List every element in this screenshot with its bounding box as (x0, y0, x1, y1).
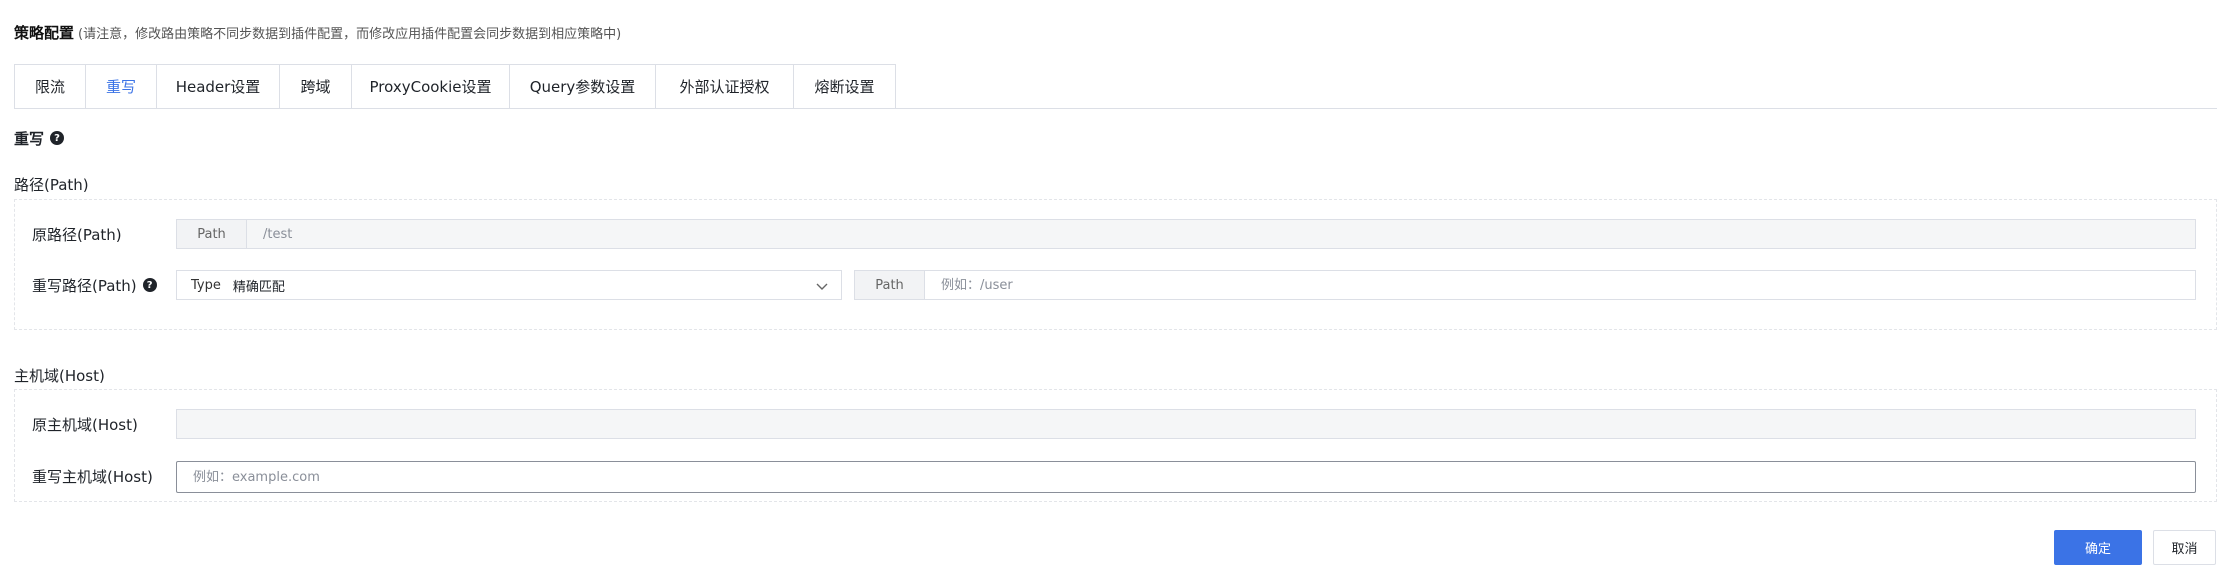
question-circle-icon[interactable]: ? (142, 278, 157, 292)
tab-rate-limit[interactable]: 限流 (14, 64, 86, 109)
path-section-title: 路径(Path) (14, 175, 89, 194)
tabs-divider (14, 108, 2217, 109)
tab-external-auth[interactable]: 外部认证授权 (656, 64, 794, 109)
rewrite-title: 重写 ? (14, 127, 65, 149)
tab-cors[interactable]: 跨域 (280, 64, 352, 109)
tab-rewrite[interactable]: 重写 (86, 64, 157, 109)
cancel-button[interactable]: 取消 (2153, 530, 2216, 565)
rewrite-path-label: 重写路径(Path) ? (32, 270, 157, 300)
rewrite-path-field[interactable] (924, 270, 2196, 300)
rewrite-host-label: 重写主机域(Host) (32, 467, 153, 486)
host-section-title: 主机域(Host) (14, 366, 105, 385)
confirm-button[interactable]: 确定 (2054, 530, 2142, 565)
original-path-label: 原路径(Path) (32, 225, 122, 244)
original-path-field: /test (246, 219, 2196, 249)
rewrite-host-input[interactable] (193, 462, 2195, 492)
page-title: 策略配置 (14, 24, 75, 42)
tab-proxycookie-settings[interactable]: ProxyCookie设置 (352, 64, 510, 109)
select-value: 精确匹配 (232, 279, 285, 295)
rewrite-path-addon: Path (854, 270, 925, 300)
rewrite-path-input[interactable] (941, 271, 2195, 299)
tab-query-settings[interactable]: Query参数设置 (510, 64, 656, 109)
tab-circuit-breaker[interactable]: 熔断设置 (794, 64, 896, 109)
page-note: (请注意，修改路由策略不同步数据到插件配置，而修改应用插件配置会同步数据到相应策… (78, 27, 622, 42)
original-path-addon: Path (176, 219, 247, 249)
tab-header-settings[interactable]: Header设置 (157, 64, 280, 109)
match-type-select[interactable]: Type 精确匹配 (176, 270, 842, 300)
question-circle-icon[interactable]: ? (50, 131, 65, 145)
select-prefix: Type (191, 277, 221, 293)
strategy-tabs: 限流 重写 Header设置 跨域 ProxyCookie设置 Query参数设… (14, 64, 896, 109)
page-header: 策略配置 (请注意，修改路由策略不同步数据到插件配置，而修改应用插件配置会同步数… (14, 22, 621, 44)
chevron-down-icon (816, 283, 828, 290)
rewrite-host-field[interactable] (176, 461, 2196, 493)
original-host-label: 原主机域(Host) (32, 415, 138, 434)
original-host-field (176, 409, 2196, 439)
